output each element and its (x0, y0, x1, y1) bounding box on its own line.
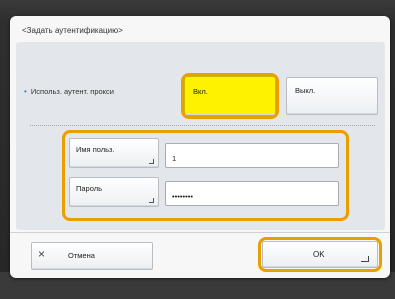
bullet-icon: • (24, 87, 27, 96)
divider (30, 125, 375, 126)
proxy-auth-off-button[interactable]: Выкл. (286, 77, 378, 115)
on-button-highlight (181, 73, 279, 119)
close-icon: × (38, 247, 46, 261)
dialog-title: <Задать аутентификацию> (22, 26, 123, 35)
credentials-highlight (62, 130, 349, 221)
footer-separator (10, 232, 390, 233)
cancel-button-label: Отмена (68, 251, 95, 260)
ok-button-highlight (258, 237, 382, 272)
cancel-button[interactable]: × Отмена (31, 242, 153, 270)
proxy-auth-off-label: Выкл. (295, 86, 316, 95)
proxy-auth-label: • Использ. аутент. прокси (24, 87, 114, 96)
proxy-auth-label-text: Использ. аутент. прокси (30, 87, 114, 96)
